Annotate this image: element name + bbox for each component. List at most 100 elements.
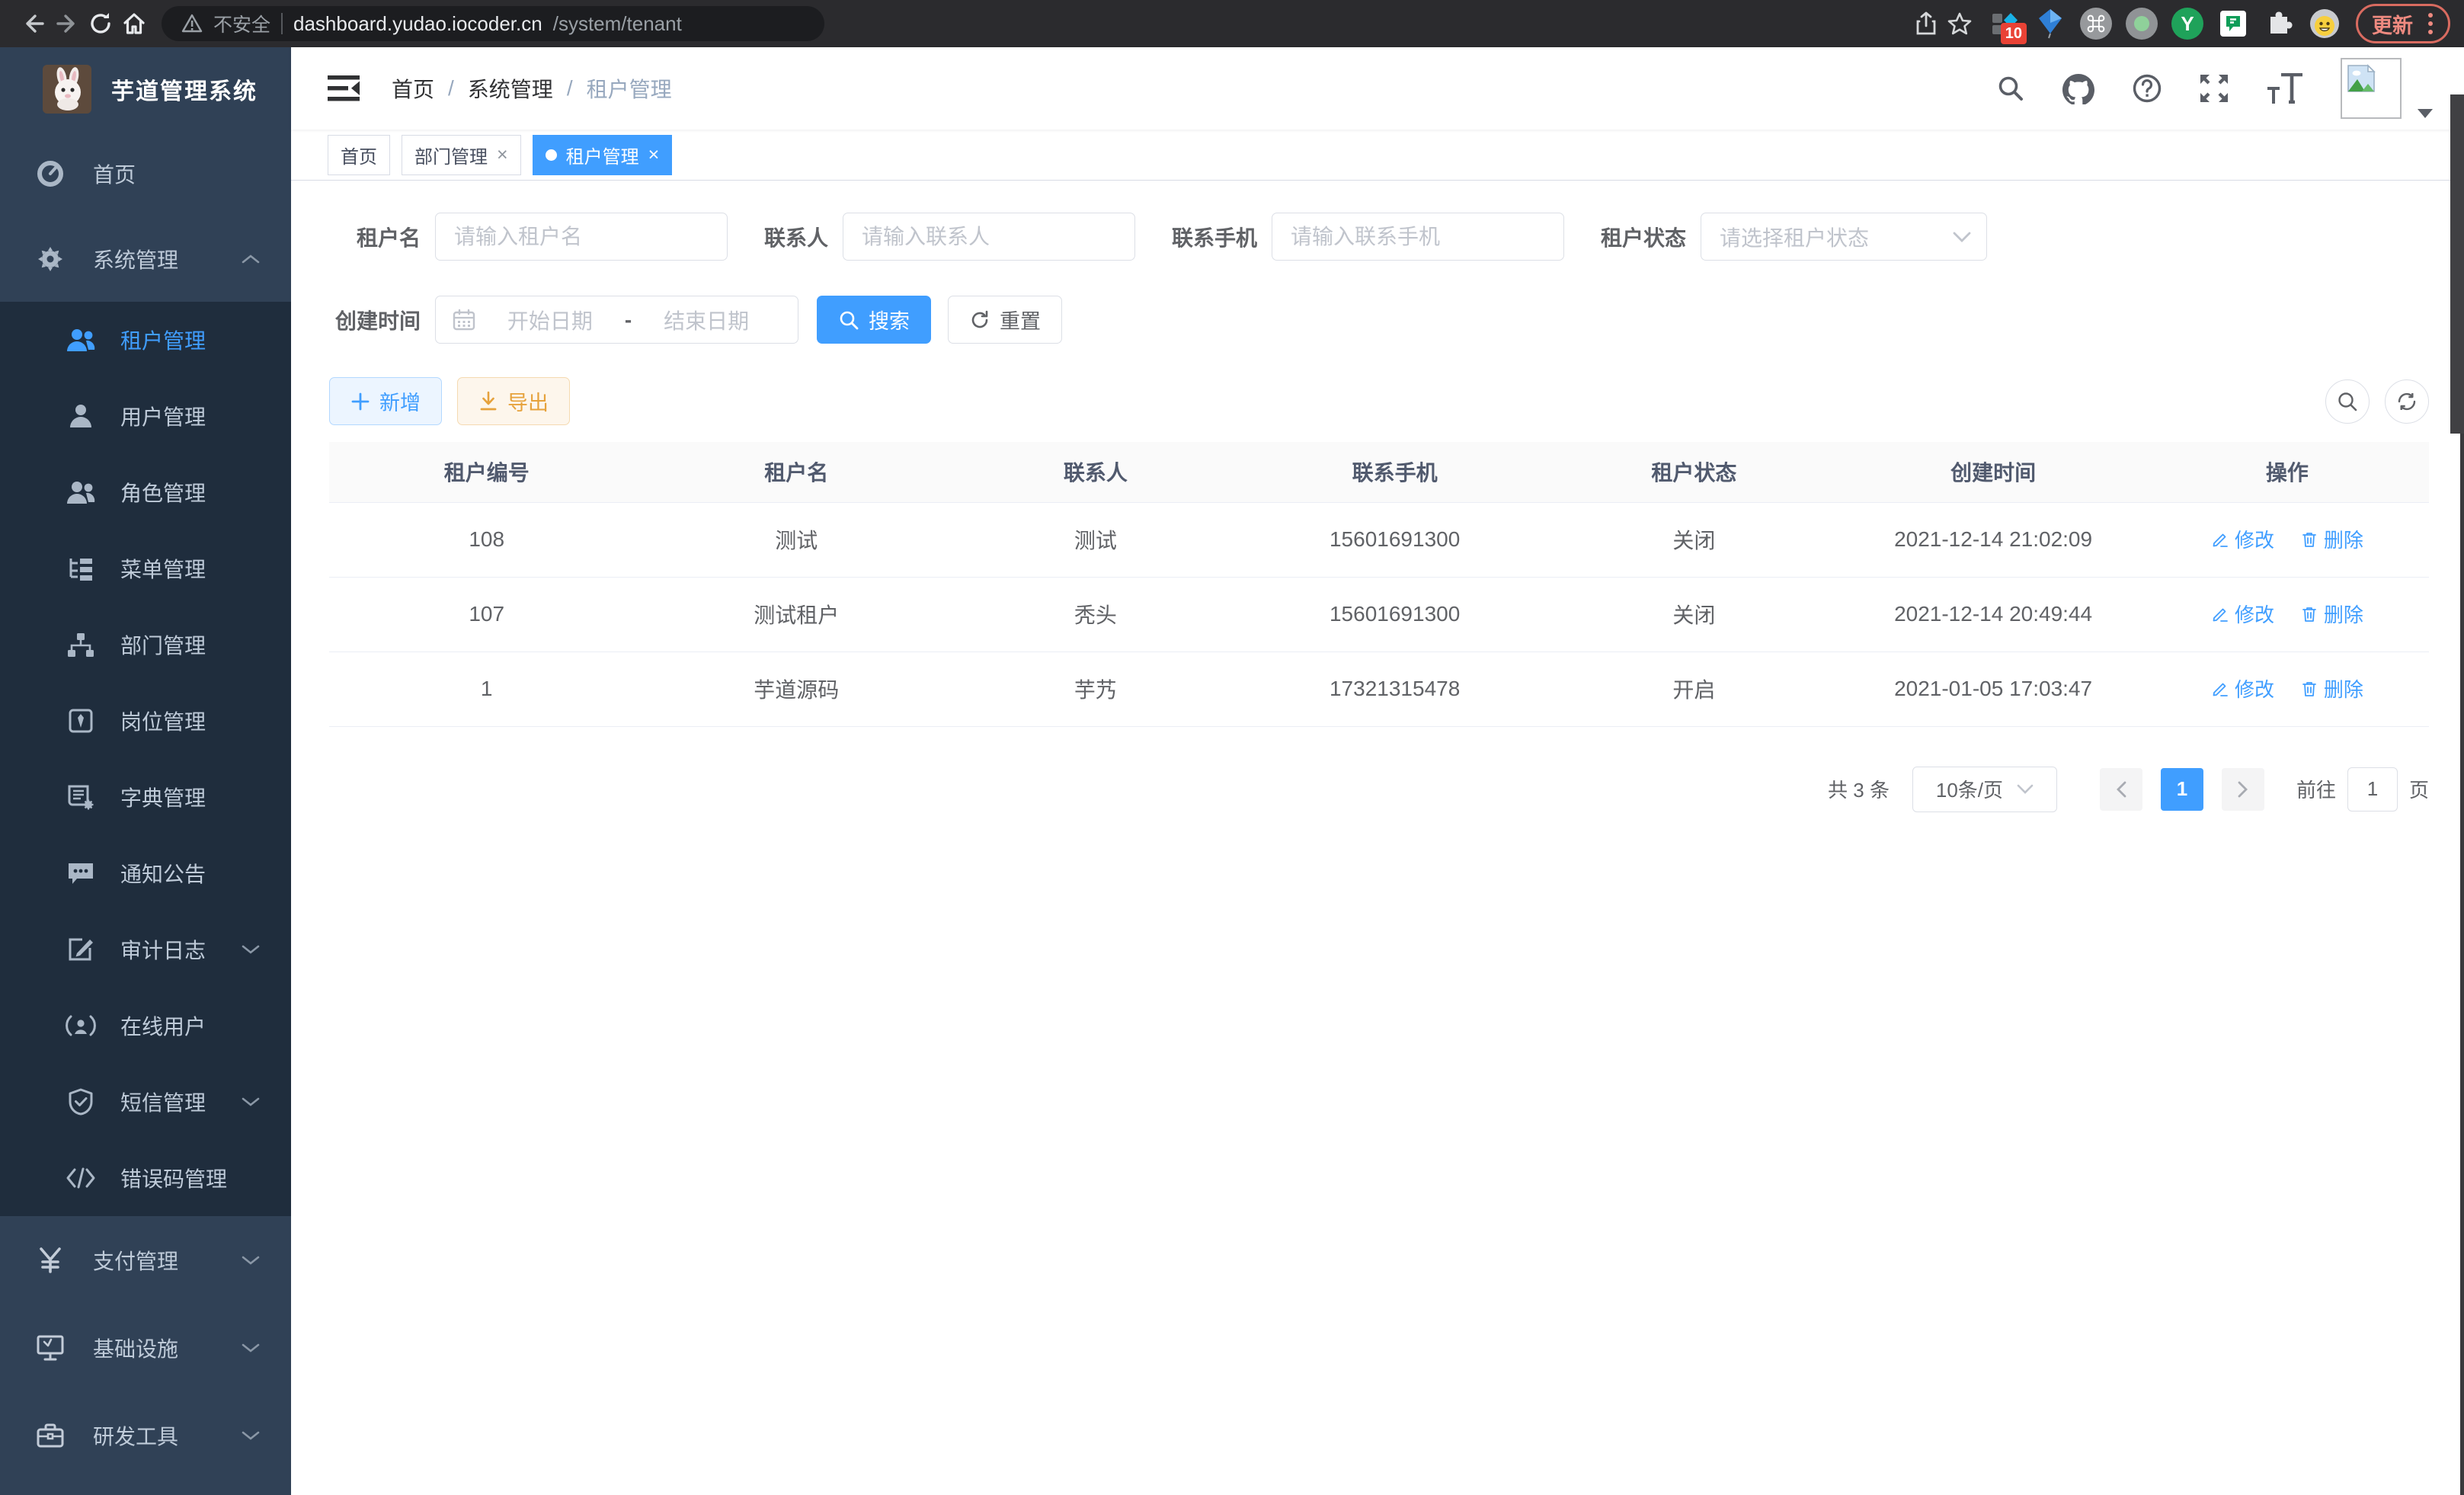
chevron-down-icon (1953, 232, 1971, 242)
app-logo[interactable]: 芋道管理系统 (0, 47, 291, 131)
bookmark-star-icon[interactable] (1943, 7, 1976, 40)
edit-link[interactable]: 修改 (2211, 600, 2274, 628)
goto-label: 前往 (2296, 775, 2336, 803)
refresh-table-button[interactable] (2385, 379, 2429, 424)
reset-button[interactable]: 重置 (948, 296, 1062, 344)
browser-menu-icon[interactable] (2424, 13, 2437, 34)
contact-input[interactable] (843, 213, 1135, 261)
fullscreen-icon[interactable] (2199, 73, 2229, 104)
sidebar-submenu-system: 租户管理 用户管理 角色管理 菜单管理 (0, 302, 291, 1216)
tab-home[interactable]: 首页 (328, 135, 390, 175)
extension-modheader-icon[interactable]: 10 (1987, 6, 2022, 41)
edit-link[interactable]: 修改 (2211, 525, 2274, 553)
share-icon[interactable] (1909, 7, 1943, 40)
search-icon (2336, 390, 2359, 413)
status-text: 开启 (1547, 651, 1841, 726)
delete-link[interactable]: 删除 (2300, 600, 2363, 628)
sidebar-collapse-icon[interactable] (328, 75, 360, 102)
sidebar-item-menus[interactable]: 菜单管理 (0, 530, 291, 607)
extension-recorder-icon[interactable] (2124, 6, 2159, 41)
sidebar-item-payment[interactable]: 支付管理 (0, 1216, 291, 1304)
goto-page-input[interactable] (2347, 767, 2398, 812)
sidebar-item-system[interactable]: 系统管理 (0, 216, 291, 302)
header-search-icon[interactable] (1996, 74, 2025, 103)
address-bar[interactable]: 不安全 dashboard.yudao.iocoder.cn/system/te… (162, 6, 824, 41)
sidebar-item-label: 用户管理 (120, 401, 206, 431)
browser-update-button[interactable]: 更新 (2356, 4, 2450, 43)
sidebar-item-dev-tools[interactable]: 研发工具 (0, 1391, 291, 1479)
extension-badge: 10 (2001, 23, 2027, 44)
tab-tenant[interactable]: 租户管理 × (533, 135, 673, 175)
status-label: 租户状态 (1601, 222, 1686, 252)
sidebar-item-tenant[interactable]: 租户管理 (0, 302, 291, 378)
edit-link[interactable]: 修改 (2211, 674, 2274, 703)
add-button[interactable]: 新增 (329, 377, 442, 425)
sidebar-item-label: 岗位管理 (120, 706, 206, 736)
delete-link[interactable]: 删除 (2300, 525, 2363, 553)
tenant-name-input[interactable] (435, 213, 728, 261)
status-text: 关闭 (1547, 577, 1841, 651)
col-actions: 操作 (2146, 442, 2429, 502)
extension-y-icon[interactable]: Y (2170, 6, 2205, 41)
sidebar-item-departments[interactable]: 部门管理 (0, 607, 291, 683)
avatar (2341, 58, 2402, 119)
refresh-icon (2395, 390, 2418, 413)
extension-chat-icon[interactable] (2216, 6, 2251, 41)
sidebar-item-roles[interactable]: 角色管理 (0, 454, 291, 530)
table-row: 108 测试 测试 15601691300 关闭 2021-12-14 21:0… (329, 502, 2429, 577)
extension-kite-icon[interactable] (2033, 6, 2068, 41)
dashboard-icon (34, 159, 67, 188)
extension-emoji-icon[interactable] (2307, 6, 2342, 41)
sidebar-item-notices[interactable]: 通知公告 (0, 835, 291, 911)
tab-department[interactable]: 部门管理 × (402, 135, 521, 175)
page-size-select[interactable]: 10条/页 (1912, 767, 2057, 812)
url-host: dashboard.yudao.iocoder.cn (293, 12, 542, 36)
sidebar-item-users[interactable]: 用户管理 (0, 378, 291, 454)
sidebar-item-error-codes[interactable]: 错误码管理 (0, 1140, 291, 1216)
create-time-range-picker[interactable]: 开始日期 - 结束日期 (435, 296, 798, 344)
github-icon[interactable] (2062, 72, 2095, 104)
toggle-search-button[interactable] (2325, 379, 2370, 424)
delete-link[interactable]: 删除 (2300, 674, 2363, 703)
status-text: 关闭 (1547, 502, 1841, 577)
extension-puzzle-icon[interactable] (2261, 6, 2296, 41)
sidebar-item-label: 首页 (93, 158, 136, 189)
sidebar-item-audit-log[interactable]: 审计日志 (0, 911, 291, 988)
sidebar-item-sms[interactable]: 短信管理 (0, 1064, 291, 1140)
mobile-input[interactable] (1272, 213, 1564, 261)
sidebar-item-home[interactable]: 首页 (0, 131, 291, 216)
address-divider (281, 13, 283, 34)
page-number-1[interactable]: 1 (2161, 768, 2203, 811)
status-select[interactable]: 请选择租户状态 (1701, 213, 1987, 261)
browser-home-button[interactable] (117, 7, 151, 40)
help-icon[interactable] (2132, 73, 2162, 104)
edit-icon (2211, 680, 2229, 698)
filter-row-1: 租户名 联系人 联系手机 租户状态 请选择租户状态 (329, 213, 2429, 261)
filter-row-2: 创建时间 开始日期 - 结束日期 搜索 重置 (329, 296, 2429, 344)
close-icon[interactable]: × (497, 146, 508, 165)
browser-back-button[interactable] (17, 7, 50, 40)
col-created: 创建时间 (1841, 442, 2146, 502)
sidebar-item-infrastructure[interactable]: 基础设施 (0, 1304, 291, 1391)
next-page-button[interactable] (2222, 768, 2264, 811)
close-icon[interactable]: × (648, 146, 660, 165)
extension-command-icon[interactable] (2078, 6, 2114, 41)
col-contact: 联系人 (949, 442, 1243, 502)
tenant-table: 租户编号 租户名 联系人 联系手机 租户状态 创建时间 操作 108 测试 测试 (329, 442, 2429, 727)
sidebar-item-online-users[interactable]: 在线用户 (0, 988, 291, 1064)
export-button[interactable]: 导出 (457, 377, 570, 425)
active-dot (546, 149, 557, 161)
search-button[interactable]: 搜索 (817, 296, 931, 344)
prev-page-button[interactable] (2100, 768, 2142, 811)
browser-forward-button[interactable] (50, 7, 84, 40)
user-avatar-menu[interactable] (2341, 58, 2434, 119)
breadcrumb-system[interactable]: 系统管理 (468, 73, 553, 104)
breadcrumb-home[interactable]: 首页 (392, 73, 434, 104)
sidebar-item-dictionary[interactable]: 字典管理 (0, 759, 291, 835)
table-row: 107 测试租户 秃头 15601691300 关闭 2021-12-14 20… (329, 577, 2429, 651)
scrollbar-thumb[interactable] (2450, 94, 2464, 434)
sidebar-item-posts[interactable]: 岗位管理 (0, 683, 291, 759)
font-size-icon[interactable] (2266, 73, 2304, 104)
browser-reload-button[interactable] (84, 7, 117, 40)
sidebar-item-label: 字典管理 (120, 782, 206, 812)
